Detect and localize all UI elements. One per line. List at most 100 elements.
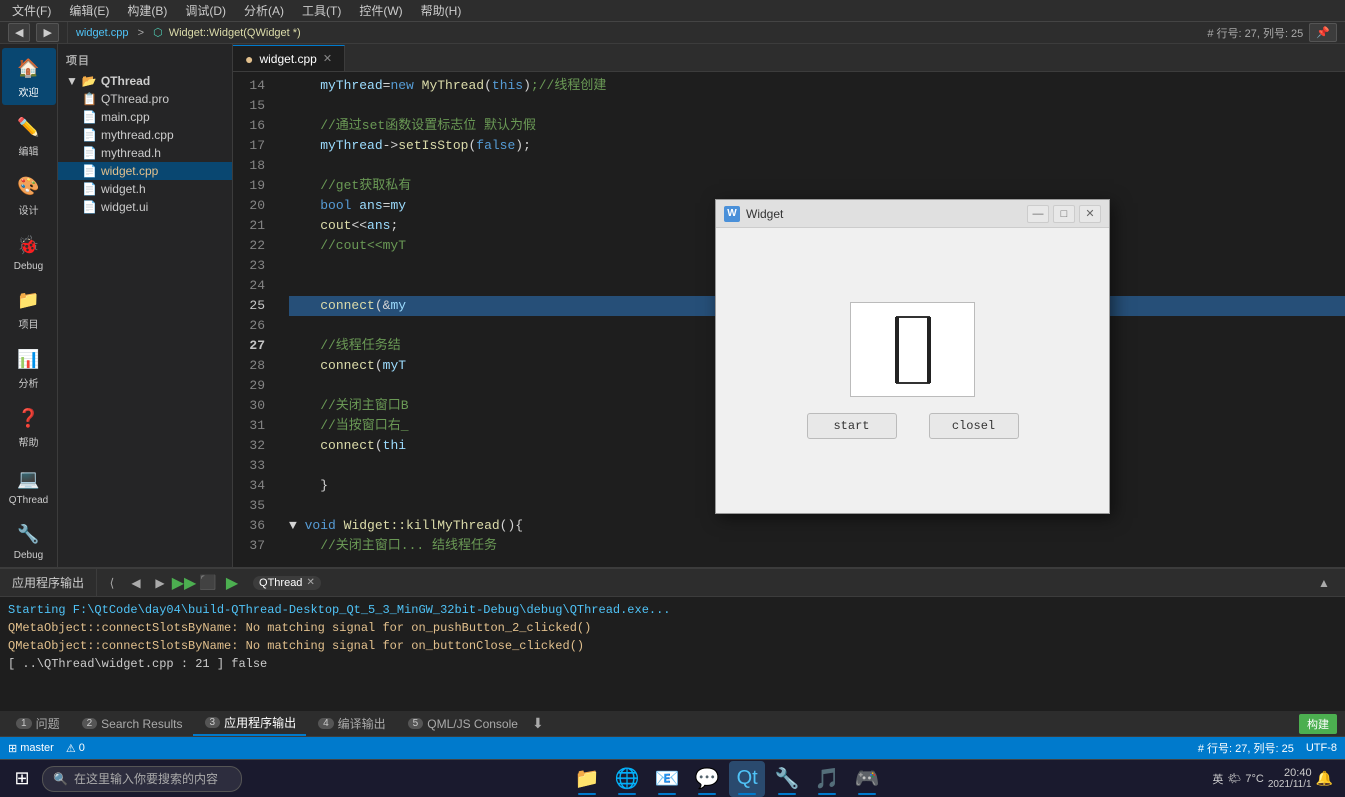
line-num-29: 29 [233, 376, 273, 396]
line-num-32: 32 [233, 436, 273, 456]
sidebar-item-label: 欢迎 [19, 84, 39, 99]
taskbar-app-games[interactable]: 🎮 [849, 761, 885, 797]
edit-icon: ✏️ [15, 113, 43, 141]
sidebar-item-project[interactable]: 📁 项目 [2, 280, 56, 337]
sidebar-item-help[interactable]: ❓ 帮助 [2, 398, 56, 455]
code-line-17: myThread->setIsStop(false); [289, 136, 1345, 156]
mythread-cpp-icon: 📄 [82, 128, 97, 142]
status-branch[interactable]: ⊞ master [8, 742, 54, 755]
taskbar-start-btn[interactable]: ⊞ [4, 763, 40, 795]
line-num-28: 28 [233, 356, 273, 376]
nav-back-btn[interactable]: ◀ [8, 23, 30, 42]
taskbar-app-media[interactable]: 🎵 [809, 761, 845, 797]
bottom-tab-compile[interactable]: 4 编译输出 [306, 712, 396, 736]
nav-fwd-btn[interactable]: ▶ [36, 23, 58, 42]
qt-app-icon: W [724, 206, 740, 222]
taskbar-lang[interactable]: 英 [1212, 771, 1223, 787]
bottom-tab-issues[interactable]: 1 问题 [4, 712, 70, 736]
help-icon: ❓ [15, 404, 43, 432]
output-prev-btn[interactable]: ◀ [125, 572, 147, 594]
menu-controls[interactable]: 控件(W) [351, 0, 410, 21]
menu-edit[interactable]: 编辑(E) [61, 0, 117, 21]
taskbar-app-tools[interactable]: 🔧 [769, 761, 805, 797]
qt-minimize-btn[interactable]: — [1027, 205, 1049, 223]
pin-btn[interactable]: 📌 [1309, 23, 1337, 42]
output-active-tab: QThread ✕ [253, 576, 321, 590]
tree-file-mythread-h[interactable]: 📄 mythread.h [58, 144, 232, 162]
line-num-19: 19 [233, 176, 273, 196]
taskbar-app-explorer[interactable]: 📁 [569, 761, 605, 797]
qt-maximize-btn[interactable]: □ [1053, 205, 1075, 223]
notification-icon[interactable]: 🔔 [1316, 770, 1333, 787]
tree-file-mythread-cpp[interactable]: 📄 mythread.cpp [58, 126, 232, 144]
breadcrumb-path: Widget::Widget(QWidget *) [169, 27, 301, 39]
debug-icon: 🐞 [15, 231, 43, 259]
output-line-1: QMetaObject::connectSlotsByName: No matc… [8, 619, 1337, 637]
qt-dialog[interactable]: W Widget — □ ✕ [715, 199, 1110, 514]
tab-label-search: Search Results [101, 717, 182, 731]
sidebar-item-label: Debug [14, 261, 43, 272]
tab-close-btn[interactable]: ✕ [323, 52, 332, 65]
tree-file-pro[interactable]: 📋 QThread.pro [58, 90, 232, 108]
sidebar-item-debug2[interactable]: 🔧 Debug [2, 514, 56, 567]
menu-tools[interactable]: 工具(T) [294, 0, 349, 21]
file-tree: 项目 ▼ 📂 QThread 📋 QThread.pro 📄 main.cpp … [58, 44, 233, 567]
line-num-35: 35 [233, 496, 273, 516]
menu-analyze[interactable]: 分析(A) [236, 0, 292, 21]
taskbar-right: 英 🌤 7°C 20:40 2021/11/1 🔔 [1212, 767, 1341, 790]
line-num-25: 25 [233, 296, 273, 316]
qt-close-btn[interactable]: ✕ [1079, 205, 1101, 223]
output-panel-title: 应用程序输出 [4, 574, 92, 591]
tree-file-main[interactable]: 📄 main.cpp [58, 108, 232, 126]
build-status-badge[interactable]: 构建 [1299, 714, 1337, 734]
output-content[interactable]: Starting F:\QtCode\day04\build-QThread-D… [0, 597, 1345, 711]
status-errors[interactable]: ⚠ 0 [66, 742, 85, 755]
output-run-btn[interactable]: ▶▶ [173, 572, 195, 594]
menu-file[interactable]: 文件(F) [4, 0, 59, 21]
tree-file-widget-ui[interactable]: 📄 widget.ui [58, 198, 232, 216]
qt-close-dialog-btn[interactable]: closel [929, 413, 1019, 439]
qt-content: start closel [716, 228, 1109, 513]
sidebar-item-welcome[interactable]: 🏠 欢迎 [2, 48, 56, 105]
sidebar-item-debug[interactable]: 🐞 Debug [2, 225, 56, 278]
line-num-34: 34 [233, 476, 273, 496]
bottom-tabs-row: 1 问题 2 Search Results 3 应用程序输出 4 编译输出 5 [0, 711, 1345, 737]
code-line-14: myThread=new MyThread(this);//线程创建 [289, 76, 1345, 96]
line-num-17: 17 [233, 136, 273, 156]
output-stop-btn[interactable]: ⬛ [197, 572, 219, 594]
output-scroll-to-start-btn[interactable]: ⟨ [101, 572, 123, 594]
file-name-mythread-h: mythread.h [101, 146, 161, 160]
qt-window-buttons: — □ ✕ [1027, 205, 1101, 223]
tab-arrow-icon[interactable]: ⬇ [532, 715, 544, 732]
tree-file-widget-cpp[interactable]: 📄 widget.cpp [58, 162, 232, 180]
output-toolbar: 应用程序输出 ⟨ ◀ ▶ ▶▶ ⬛ ▶ QThread ✕ ▲ [0, 569, 1345, 597]
editor-tab-widget-cpp[interactable]: ● widget.cpp ✕ [233, 45, 345, 71]
status-cursor[interactable]: # 行号: 27, 列号: 25 [1198, 740, 1294, 756]
sidebar-item-analyze[interactable]: 📊 分析 [2, 339, 56, 396]
menu-build[interactable]: 构建(B) [119, 0, 175, 21]
qt-start-btn[interactable]: start [807, 413, 897, 439]
taskbar-app-mail[interactable]: 📧 [649, 761, 685, 797]
output-restart-btn[interactable]: ▶ [221, 572, 243, 594]
menu-debug[interactable]: 调试(D) [177, 0, 234, 21]
bottom-tab-search[interactable]: 2 Search Results [70, 712, 193, 736]
taskbar-app-qt[interactable]: Qt [729, 761, 765, 797]
tree-file-widget-h[interactable]: 📄 widget.h [58, 180, 232, 198]
menu-help[interactable]: 帮助(H) [413, 0, 470, 21]
output-next-btn[interactable]: ▶ [149, 572, 171, 594]
taskbar-search-placeholder: 在这里输入你要搜索的内容 [74, 770, 218, 787]
taskbar-app-chat[interactable]: 💬 [689, 761, 725, 797]
bottom-tab-qml[interactable]: 5 QML/JS Console [396, 712, 528, 736]
output-collapse-btn[interactable]: ▲ [1313, 572, 1335, 594]
bottom-tab-output[interactable]: 3 应用程序输出 [193, 712, 307, 736]
sidebar-item-edit[interactable]: ✏️ 编辑 [2, 107, 56, 164]
widget-h-icon: 📄 [82, 182, 97, 196]
sidebar-item-qthread[interactable]: 💻 QThread [2, 459, 56, 512]
taskbar-app-browser[interactable]: 🌐 [609, 761, 645, 797]
sidebar-item-design[interactable]: 🎨 设计 [2, 166, 56, 223]
output-tab-close-btn[interactable]: ✕ [306, 577, 314, 588]
status-encoding[interactable]: UTF-8 [1306, 742, 1337, 754]
taskbar-search[interactable]: 🔍 在这里输入你要搜索的内容 [42, 766, 242, 792]
tree-folder-qthread[interactable]: ▼ 📂 QThread [58, 72, 232, 90]
tab-num-2: 2 [82, 718, 98, 729]
